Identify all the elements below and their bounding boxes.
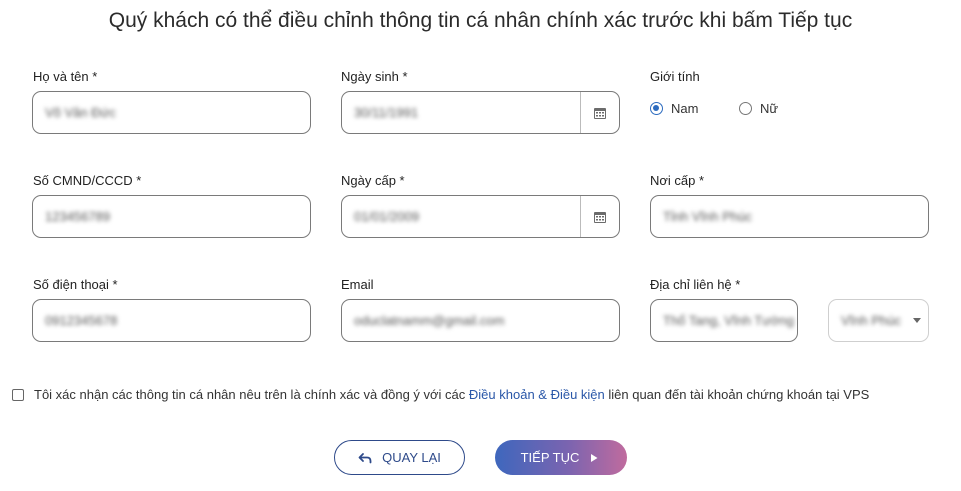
phone-label: Số điện thoại * bbox=[33, 277, 118, 292]
page-title: Quý khách có thể điều chỉnh thông tin cá… bbox=[108, 9, 853, 32]
radio-selected-icon bbox=[650, 102, 663, 115]
issue-place-input[interactable]: Tỉnh Vĩnh Phúc bbox=[650, 195, 929, 238]
address-value: Thổ Tang, Vĩnh Tường bbox=[663, 313, 794, 328]
gender-radio-female[interactable]: Nữ bbox=[739, 101, 778, 116]
issue-date-input[interactable]: 01/01/2009 bbox=[341, 195, 620, 238]
dob-label: Ngày sinh * bbox=[341, 69, 408, 84]
phone-value: 0912345678 bbox=[45, 313, 118, 328]
back-arrow-icon bbox=[358, 452, 372, 463]
email-input[interactable]: oduclatnamm@gmail.com bbox=[341, 299, 620, 342]
full-name-label: Họ và tên * bbox=[33, 69, 98, 84]
gender-radio-male[interactable]: Nam bbox=[650, 101, 698, 116]
gender-label: Giới tính bbox=[650, 69, 700, 84]
terms-link[interactable]: Điều khoản & Điều kiện bbox=[469, 387, 605, 402]
address-input[interactable]: Thổ Tang, Vĩnh Tường bbox=[650, 299, 798, 342]
issue-date-label: Ngày cấp * bbox=[341, 173, 405, 188]
address-label: Địa chỉ liên hệ * bbox=[650, 277, 741, 292]
email-value: oduclatnamm@gmail.com bbox=[354, 313, 505, 328]
calendar-icon[interactable] bbox=[580, 196, 619, 237]
gender-option-label: Nam bbox=[671, 101, 699, 116]
calendar-icon[interactable] bbox=[580, 92, 619, 133]
consent-row: Tôi xác nhận các thông tin cá nhân nêu t… bbox=[12, 387, 869, 402]
gender-option-label: Nữ bbox=[760, 101, 779, 116]
email-label: Email bbox=[341, 277, 374, 292]
id-number-value: 123456789 bbox=[45, 209, 111, 224]
issue-date-value: 01/01/2009 bbox=[354, 209, 420, 224]
phone-input[interactable]: 0912345678 bbox=[32, 299, 311, 342]
full-name-value: Võ Văn Đức bbox=[45, 105, 116, 120]
radio-unselected-icon bbox=[739, 102, 752, 115]
dob-value: 30/11/1991 bbox=[354, 105, 419, 120]
dob-input[interactable]: 30/11/1991 bbox=[341, 91, 620, 134]
id-number-label: Số CMND/CCCD * bbox=[33, 173, 142, 188]
id-number-input[interactable]: 123456789 bbox=[32, 195, 311, 238]
back-button[interactable]: QUAY LẠI bbox=[334, 440, 465, 475]
next-button-label: TIẾP TỤC bbox=[520, 450, 580, 465]
back-button-label: QUAY LẠI bbox=[382, 450, 441, 465]
caret-down-icon bbox=[913, 318, 921, 323]
consent-checkbox[interactable] bbox=[12, 388, 24, 401]
full-name-input[interactable]: Võ Văn Đức bbox=[32, 91, 311, 134]
issue-place-value: Tỉnh Vĩnh Phúc bbox=[663, 209, 752, 224]
province-value: Vĩnh Phúc bbox=[841, 313, 901, 328]
issue-place-label: Nơi cấp * bbox=[650, 173, 705, 188]
play-icon bbox=[591, 453, 598, 462]
consent-text: Tôi xác nhận các thông tin cá nhân nêu t… bbox=[34, 387, 870, 402]
next-button[interactable]: TIẾP TỤC bbox=[495, 440, 627, 475]
province-select[interactable]: Vĩnh Phúc bbox=[828, 299, 929, 342]
